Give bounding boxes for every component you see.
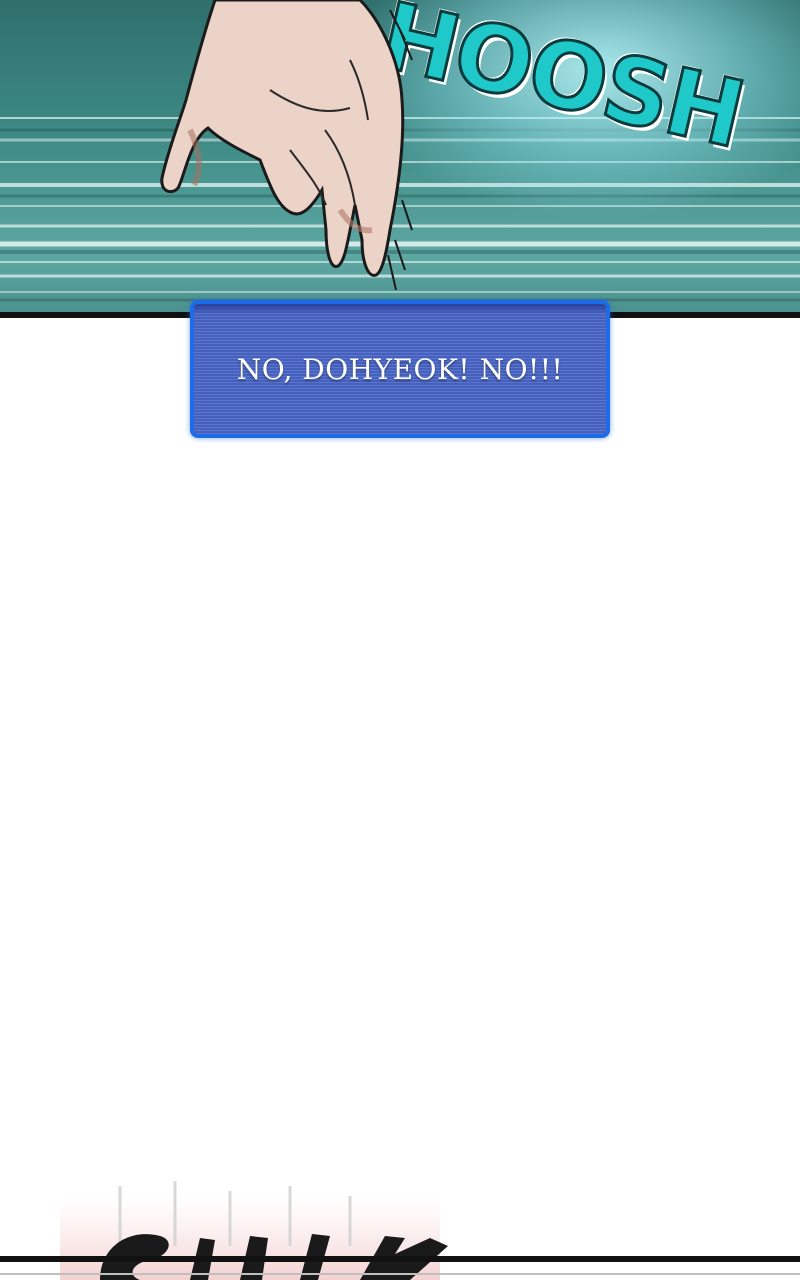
top-comic-panel: HOOSH <box>0 0 800 318</box>
bottom-comic-panel <box>0 1176 800 1280</box>
narration-caption-box: NO, DOHYEOK! NO!!! <box>190 300 610 438</box>
caption-text: NO, DOHYEOK! NO!!! <box>236 352 564 386</box>
bottom-sfx-art <box>0 1181 800 1280</box>
panel-border <box>0 1256 800 1262</box>
hand-icon <box>160 0 413 291</box>
